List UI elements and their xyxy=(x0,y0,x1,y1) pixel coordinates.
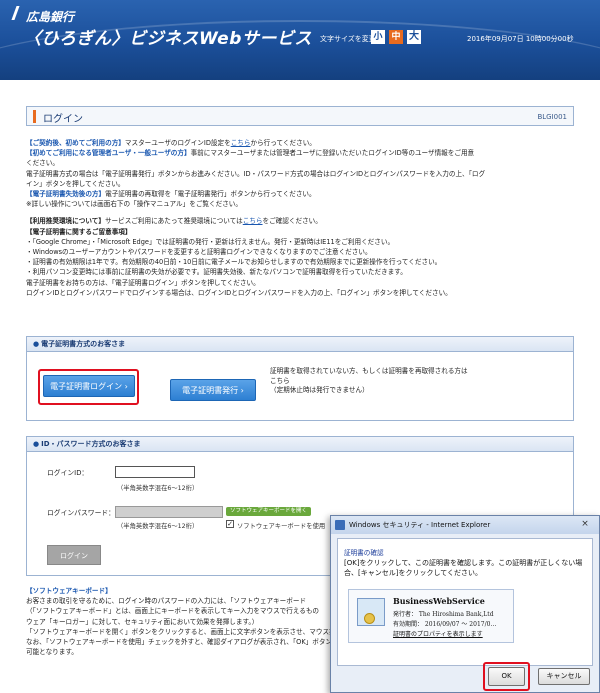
cert-issue-button[interactable]: 電子証明書発行 › xyxy=(170,379,256,401)
dialog-close-button[interactable]: × xyxy=(577,518,593,531)
certificate-entry[interactable]: BusinessWebService 発行者： The Hiroshima Ba… xyxy=(348,589,514,643)
font-size-large-button[interactable]: 大 xyxy=(407,30,421,44)
bullet-icon: ● xyxy=(33,440,40,448)
dialog-title-bar: Windows セキュリティ - Internet Explorer xyxy=(331,516,599,534)
cert-panel-header: ● 電子証明書方式のお客さま xyxy=(27,337,573,352)
certificate-validity: 有効期間： 2016/09/07 ～ 2017/0… xyxy=(393,621,497,628)
current-datetime: 2016年09月07日 10時00分00秒 xyxy=(467,35,574,43)
recommended-env-link[interactable]: こちら xyxy=(243,217,263,225)
bullet-icon: ● xyxy=(33,340,40,348)
cert-issue-description: 証明書を取得されていない方、もしくは証明書を再取得される方は こちら （定期休止… xyxy=(270,367,468,394)
login-id-label: ログインID： xyxy=(47,469,89,477)
swkb-note-heading: 【ソフトウェアキーボード】 xyxy=(26,587,112,595)
screen-code: BLGI001 xyxy=(537,113,567,121)
master-user-setup-link[interactable]: こちら xyxy=(231,139,251,147)
cert-login-button[interactable]: 電子証明書ログイン › xyxy=(43,375,135,397)
login-button[interactable]: ログイン xyxy=(47,545,101,565)
cert-login-panel: ● 電子証明書方式のお客さま 電子証明書ログイン › 電子証明書発行 › 証明書を… xyxy=(26,336,574,421)
id-login-instruction: ログインIDとログインパスワードでログインする場合は、ログインIDとログインパス… xyxy=(26,288,452,297)
intro-line-7: ※詳しい操作については画面右下の「操作マニュアル」をご覧ください。 xyxy=(26,200,242,209)
cert-note-2: ・Windowsのユーザーアカウントやパスワードを変更すると証明書ログインできな… xyxy=(26,248,372,257)
cert-note-1: ・「Google Chrome」・「Microsoft Edge」では証明書の発… xyxy=(26,237,395,246)
font-size-small-button[interactable]: 小 xyxy=(371,30,385,44)
font-size-medium-button[interactable]: 中 xyxy=(389,30,403,44)
cert-note-3: ・証明書の有効期限は1年です。有効期限の40日前・10日前に電子メールでお知らせ… xyxy=(26,258,442,267)
intro-line-6: 【電子証明書失効後の方】電子証明書の再取得を「電子証明書発行」ボタンから行ってく… xyxy=(26,190,316,199)
intro-line-8: 【利用推奨環境について】サービスご利用にあたって推奨環境についてはこちらをご確認… xyxy=(26,217,322,226)
intro-line-1: 【ご契約後、初めてご利用の方】マスターユーザのログインID設定をこちらから行って… xyxy=(26,139,316,147)
cert-note-4: ・利用パソコン変更時には事前に証明書の失効が必要です。証明書失効後、新たなパソコ… xyxy=(26,268,407,277)
login-id-hint: （半角英数字混在6～12桁） xyxy=(117,485,199,492)
intro-line-3: ください。 xyxy=(26,159,59,168)
cert-notes-heading: 【電子証明書に関するご留意事項】 xyxy=(26,227,132,236)
dialog-message: [OK]をクリックして、この証明書を確認します。この証明書が正しくない場合、[キ… xyxy=(344,559,583,577)
bank-name: 広島銀行 xyxy=(26,10,75,24)
login-id-input[interactable] xyxy=(115,466,195,478)
font-size-label: 文字サイズを変更 xyxy=(320,35,376,43)
use-software-keyboard-checkbox[interactable]: ✓ xyxy=(226,520,234,528)
bank-logo-icon xyxy=(11,6,27,20)
dialog-cancel-button[interactable]: キャンセル xyxy=(538,668,590,685)
page-title-bar: ログイン BLGI001 xyxy=(26,106,574,126)
open-software-keyboard-button[interactable]: ソフトウェアキーボードを開く xyxy=(226,507,312,516)
intro-line-5: イン」ボタンを押してください。 xyxy=(26,179,125,188)
service-title: 〈ひろぎん〉ビジネスWebサービス xyxy=(24,29,312,49)
ie-shield-icon xyxy=(335,520,345,530)
intro-notes: 【ご契約後、初めてご利用の方】マスターユーザのログインID設定をこちらから行って… xyxy=(26,138,485,298)
dialog-heading: 証明書の確認 xyxy=(344,549,384,557)
login-password-hint: （半角英数字混在6～12桁） xyxy=(117,523,199,530)
title-marker xyxy=(33,110,36,123)
certificate-issuer: 発行者： The Hiroshima Bank,Ltd xyxy=(393,611,494,618)
certificate-icon xyxy=(357,598,385,626)
login-password-input[interactable] xyxy=(115,506,223,518)
dialog-ok-button[interactable]: OK xyxy=(488,667,525,686)
certificate-name: BusinessWebService xyxy=(393,596,485,606)
use-software-keyboard-label: ソフトウェアキーボードを使用 xyxy=(237,523,326,530)
dialog-content: 証明書の確認 [OK]をクリックして、この証明書を確認します。この証明書が正しく… xyxy=(337,538,593,666)
certificate-properties-link[interactable]: 証明書のプロパティを表示します xyxy=(393,629,483,638)
password-panel-header: ● ID・パスワード方式のお客さま xyxy=(27,437,573,452)
login-password-label: ログインパスワード： xyxy=(47,509,115,517)
intro-line-4: 電子証明書方式の場合は「電子証明書発行」ボタンからお進みください。ID・パスワー… xyxy=(26,169,486,178)
windows-security-dialog: Windows セキュリティ - Internet Explorer × 証明書… xyxy=(330,515,600,693)
header-banner: 広島銀行 〈ひろぎん〉ビジネスWebサービス 文字サイズを変更 小 中 大 20… xyxy=(0,0,600,80)
intro-line-2: 【初めてご利用になる管理者ユーザ・一般ユーザの方】事前にマスターユーザまたは管理… xyxy=(26,149,475,158)
software-keyboard-note: 【ソフトウェアキーボード】 お客さまの取引を守るために、ログイン時のパスワードの… xyxy=(26,587,343,657)
cert-login-instruction: 電子証明書をお持ちの方は、「電子証明書ログイン」ボタンを押してください。 xyxy=(26,278,260,287)
page-title: ログイン xyxy=(43,114,83,125)
